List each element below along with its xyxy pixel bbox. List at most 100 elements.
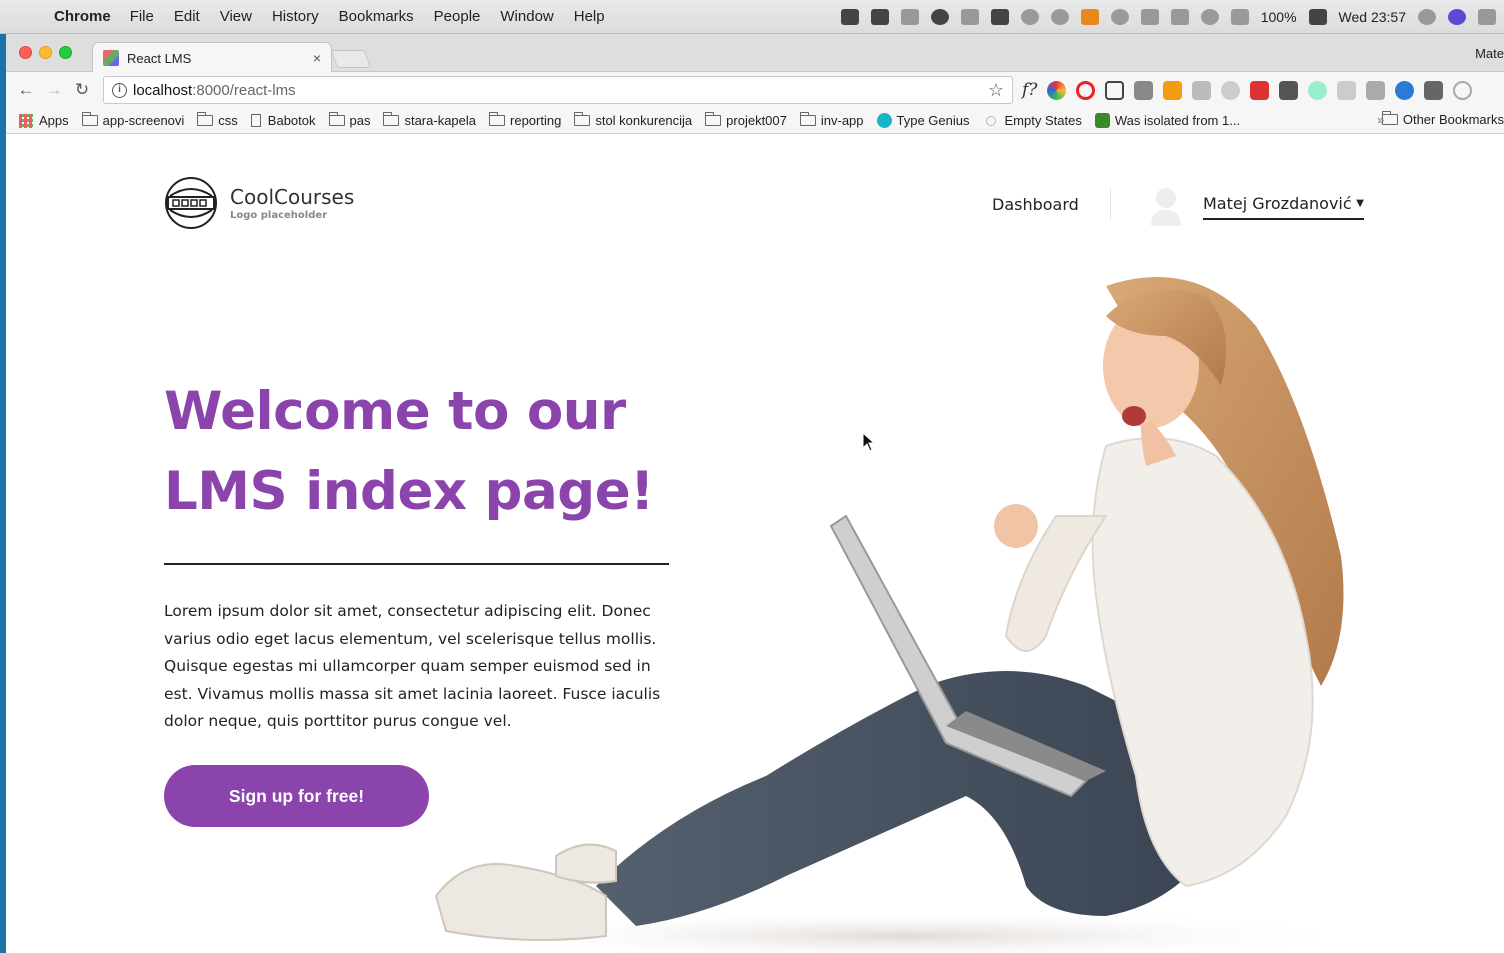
close-window-button[interactable]: [19, 46, 32, 59]
json-viewer-icon[interactable]: [1453, 80, 1473, 100]
logo-emblem-icon: [165, 177, 217, 229]
menu-history[interactable]: History: [272, 8, 319, 25]
pixel-icon[interactable]: [1250, 80, 1270, 100]
dropbox-ext-icon[interactable]: [1337, 80, 1357, 100]
clock[interactable]: Wed 23:57: [1339, 9, 1406, 25]
menu-app-name[interactable]: Chrome: [54, 8, 111, 25]
folder-icon: [705, 112, 722, 126]
signup-button[interactable]: Sign up for free!: [164, 765, 429, 827]
opera-icon[interactable]: [1076, 80, 1096, 100]
menu-edit[interactable]: Edit: [174, 8, 200, 25]
menu-bookmarks[interactable]: Bookmarks: [339, 8, 414, 25]
screenshot-icon[interactable]: [1105, 80, 1125, 100]
bookmark-folder[interactable]: projekt007: [705, 112, 787, 128]
bookmark-page[interactable]: Babotok: [250, 113, 316, 128]
bookmark-label: Apps: [39, 113, 69, 128]
tab-close-icon[interactable]: ×: [313, 50, 321, 66]
siri-icon[interactable]: [1448, 9, 1466, 25]
back-arrow-icon[interactable]: ←: [12, 80, 40, 100]
bookmark-label: inv-app: [820, 113, 864, 128]
logo-title: CoolCourses: [230, 184, 355, 209]
bookmark-label: Type Genius: [896, 113, 970, 128]
bookmark-label: Empty States: [1004, 113, 1082, 128]
folder-icon: [799, 112, 816, 126]
fontface-ninja-icon[interactable]: f?: [1022, 80, 1037, 100]
folder-icon: [489, 112, 506, 126]
bulb-icon[interactable]: [1221, 80, 1241, 100]
bookmark-label: stol konkurencija: [595, 113, 693, 128]
bookmark-label: pas: [349, 113, 371, 128]
bookmark-label: app-screenovi: [102, 113, 185, 128]
css-icon[interactable]: [1366, 80, 1386, 100]
apps-grid-icon: [19, 113, 33, 128]
other-bookmarks[interactable]: Other Bookmarks: [1381, 111, 1504, 127]
bookmark-folder[interactable]: app-screenovi: [81, 112, 185, 128]
mail-icon[interactable]: [1279, 80, 1299, 100]
notification-center-icon[interactable]: [1478, 9, 1496, 25]
user-dropdown[interactable]: Matej Grozdanović ▼: [1203, 194, 1364, 220]
sync-icon[interactable]: [1110, 9, 1129, 25]
bookmark-app-icon[interactable]: [870, 9, 889, 25]
bookmark-label: stara-kapela: [404, 113, 477, 128]
web-page: CoolCourses Logo placeholder Dashboard M…: [6, 136, 1504, 953]
bookmark-apps[interactable]: Apps: [19, 113, 69, 128]
bookmark-folder[interactable]: reporting: [489, 112, 561, 128]
tab-title: React LMS: [127, 50, 192, 66]
browser-toolbar: ← → ↻ i localhost :8000/react-lms ☆ f?: [6, 72, 1504, 108]
bookmark-label: projekt007: [726, 113, 787, 128]
bookmark-folder[interactable]: stol konkurencija: [574, 112, 693, 128]
screen-recorder-icon[interactable]: [840, 9, 859, 25]
spotlight-search-icon[interactable]: [1418, 9, 1436, 25]
url-host: localhost: [133, 81, 193, 99]
status-area: 100% Wed 23:57: [840, 0, 1496, 34]
time-machine-icon[interactable]: [1200, 9, 1219, 25]
app-k-icon[interactable]: [990, 9, 1009, 25]
bookmark-folder[interactable]: inv-app: [799, 112, 864, 128]
bookmark-folder[interactable]: css: [197, 112, 238, 128]
profile-name[interactable]: Mate: [1475, 46, 1504, 61]
site-info-icon[interactable]: i: [112, 82, 127, 98]
music-icon[interactable]: [930, 9, 949, 25]
menu-people[interactable]: People: [434, 8, 481, 25]
bookmark-type-genius[interactable]: Type Genius: [876, 113, 970, 128]
vlc-icon[interactable]: [1080, 9, 1099, 25]
vpn-shield-icon[interactable]: [1395, 80, 1415, 100]
camera-icon[interactable]: [1134, 80, 1154, 100]
dropbox-icon[interactable]: [960, 9, 979, 25]
bookmark-folder[interactable]: stara-kapela: [383, 112, 477, 128]
address-bar[interactable]: i localhost :8000/react-lms ☆: [103, 76, 1013, 104]
tab-manager-icon[interactable]: [1424, 80, 1444, 100]
green-square-icon: [1094, 113, 1110, 128]
reload-icon[interactable]: ↻: [68, 80, 96, 100]
battery-icon[interactable]: [1308, 9, 1327, 25]
url-path: :8000/react-lms: [192, 81, 296, 99]
menu-help[interactable]: Help: [574, 8, 605, 25]
glasses-icon[interactable]: [1170, 9, 1189, 25]
colorzilla-icon[interactable]: [1308, 80, 1328, 100]
wifi-icon[interactable]: [1230, 9, 1249, 25]
analytics-icon[interactable]: [1163, 80, 1183, 100]
menu-view[interactable]: View: [220, 8, 252, 25]
menu-file[interactable]: File: [130, 8, 154, 25]
shield-icon[interactable]: [1020, 9, 1039, 25]
zoom-window-button[interactable]: [59, 46, 72, 59]
forward-arrow-icon[interactable]: →: [40, 80, 68, 100]
bookmark-was-isolated[interactable]: Was isolated from 1...: [1094, 113, 1240, 128]
skype-icon[interactable]: [1140, 9, 1159, 25]
folder-icon: [383, 112, 400, 126]
new-tab-button[interactable]: [330, 50, 372, 68]
site-logo[interactable]: CoolCourses Logo placeholder: [164, 176, 354, 230]
nav-dashboard-link[interactable]: Dashboard: [992, 195, 1079, 214]
docker-icon[interactable]: [900, 9, 919, 25]
minimize-window-button[interactable]: [39, 46, 52, 59]
bookmark-star-icon[interactable]: ☆: [988, 80, 1004, 101]
bookmark-empty-states[interactable]: Empty States: [983, 113, 1082, 128]
tab-react-lms[interactable]: React LMS ×: [92, 42, 332, 73]
creative-cloud-icon[interactable]: [1050, 9, 1069, 25]
user-name: Matej Grozdanović: [1203, 194, 1352, 213]
bookmark-folder[interactable]: pas: [328, 112, 371, 128]
grammarly-icon[interactable]: [1192, 80, 1212, 100]
color-picker-icon[interactable]: [1047, 80, 1067, 100]
menu-window[interactable]: Window: [500, 8, 553, 25]
user-avatar-icon[interactable]: [1149, 186, 1183, 226]
